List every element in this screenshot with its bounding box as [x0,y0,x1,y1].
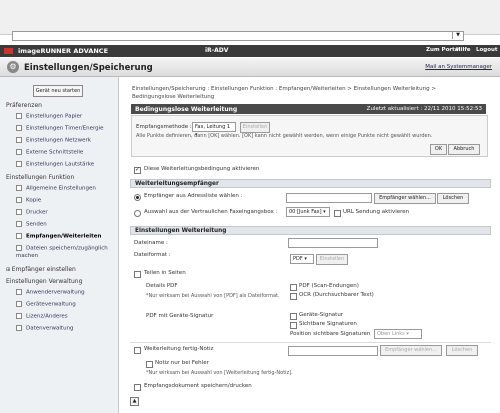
signature-position-select[interactable]: Oben Links ▾ [374,329,422,339]
pdf-details-label: Details PDF [146,283,178,289]
visible-signatures-label: Sichtbare Signaturen [299,321,357,327]
filename-label: Dateiname : [134,240,168,246]
filename-input[interactable] [288,238,378,248]
title-bar: ⚙ Einstellungen/Speicherung Mail an Syst… [0,58,500,77]
sidebar-section-recipients[interactable]: ⊞ Empfänger einstellen [6,266,76,273]
ok-button[interactable]: OK [430,144,447,155]
sidebar-item-copy[interactable]: Kopie [16,197,41,204]
sidebar-item-volume[interactable]: Einstellungen Lautstärke [16,161,94,168]
forward-settings-header: Einstellungen Weiterleitung [130,226,491,235]
visible-signatures-checkbox[interactable] [290,322,297,329]
browser-chrome [0,0,500,35]
format-label: Dateiformat : [134,252,171,258]
activate-label: Diese Weiterleitungsbedingung aktivieren [144,166,260,172]
address-bar[interactable] [12,31,464,41]
device-signature-checkbox[interactable] [290,313,297,320]
device-signature-label: Geräte-Signatur [299,312,344,318]
sidebar-item-timer[interactable]: Einstellungen Timer/Energie [16,125,104,132]
breadcrumb: Einstellungen/Speicherung : Einstellunge… [132,85,492,101]
activate-checkbox[interactable] [134,166,141,174]
sidebar-item-receive-forward[interactable]: Empfangen/Weiterleiten [16,233,101,240]
receive-method-set-button[interactable]: Einstellen [240,122,270,133]
recipient-addressbook-radio[interactable] [134,194,141,201]
help-link[interactable]: Hilfe [456,47,471,53]
sidebar-item-license[interactable]: Lizenz/Anderes [16,313,68,320]
notify-recipient-input[interactable] [288,346,378,356]
ocr-checkbox[interactable] [290,293,297,300]
ocr-label: OCR (Durchsuchbarer Text) [299,292,374,298]
panel-header: Bedingungslose Weiterleitung Zuletzt akt… [131,104,486,114]
address-dropdown-icon[interactable]: ▼ [452,31,463,39]
page-title: Einstellungen/Speicherung [24,63,153,73]
sidebar-section-function[interactable]: Einstellungen Funktion [6,174,74,181]
breadcrumb-line-2: Bedingungslose Weiterleitung [132,94,215,100]
sidebar-item-printer[interactable]: Drucker [16,209,48,216]
signature-label: PDF mit Geräte-Signatur [146,313,214,319]
restart-button[interactable]: Gerät neu starten [33,85,83,97]
sidebar-item-users[interactable]: Anwenderverwaltung [16,289,85,296]
sidebar-item-paper[interactable]: Einstellungen Papier [16,113,82,120]
recipient-confidential-label: Auswahl aus der Vertraulichen Faxeingang… [144,209,278,215]
model-name: iR-ADV [205,47,229,54]
save-print-label: Empfangsdokument speichern/drucken [144,383,252,389]
sidebar-section-preferences[interactable]: Präferenzen [6,102,42,109]
sidebar-item-data[interactable]: Datenverwaltung [16,325,74,332]
pdf-scan-label: PDF (Scan-Endungen) [299,283,359,289]
sidebar-item-store-files[interactable]: Dateien speichern/zugänglich machen [16,245,112,260]
last-updated: Zuletzt aktualisiert : 22/11 2010 15:52:… [366,106,482,112]
brand-name: imageRUNNER ADVANCE [18,47,109,55]
confidential-inbox-select[interactable]: 00 [Junk Fax] ▾ [286,207,330,217]
panel-title: Bedingungslose Weiterleitung [135,106,238,113]
mail-admin-link[interactable]: Mail an Systemmanager [425,64,492,70]
notify-error-label: Notiz nur bei Fehler [155,360,209,366]
url-send-checkbox[interactable] [334,210,341,217]
instruction-text: Alle Punkte definieren, dann [OK] wählen… [136,133,433,139]
breadcrumb-line-1[interactable]: Einstellungen/Speicherung : Einstellunge… [132,85,492,93]
sidebar-item-interface[interactable]: Externe Schnittstelle [16,149,83,156]
sidebar-section-management[interactable]: Einstellungen Verwaltung [6,278,82,285]
notify-error-checkbox[interactable] [146,361,153,368]
notify-label: Weiterleitung fertig-Notiz [144,346,214,352]
format-select[interactable]: PDF ▾ [290,254,314,264]
cancel-button[interactable]: Abbruch [448,144,480,155]
delete-recipient-button[interactable]: Löschen [437,193,469,204]
divider [130,342,491,343]
split-pages-checkbox[interactable] [134,271,141,278]
notify-checkbox[interactable] [134,347,141,354]
sidebar-item-general[interactable]: Allgemeine Einstellungen [16,185,96,192]
sidebar-item-network[interactable]: Einstellungen Netzwerk [16,137,91,144]
sidebar-item-device[interactable]: Geräteverwaltung [16,301,76,308]
save-print-checkbox[interactable] [134,384,141,391]
recipient-confidential-radio[interactable] [134,210,141,217]
receive-method-label: Empfangsmethode : [136,124,192,130]
notify-select-button[interactable]: Empfänger wählen... [380,345,442,356]
pdf-details-note: *Nur wirksam bei Auswahl von [PDF] als D… [146,293,280,299]
logout-link[interactable]: Logout [476,47,498,53]
signature-position-label: Position sichtbare Signaturen [290,331,371,337]
settings-icon: ⚙ [7,61,19,73]
recipient-group-header: Weiterleitungsempfänger [130,179,491,188]
top-header: imageRUNNER ADVANCE iR-ADV Zum Portal Hi… [0,45,500,57]
canon-logo-icon [4,48,13,54]
scroll-to-top-icon[interactable]: ▲ [130,397,139,406]
notify-delete-button[interactable]: Löschen [446,345,478,356]
recipient-input[interactable] [286,193,372,203]
pdf-scan-checkbox[interactable] [290,284,297,291]
notify-note: *Nur wirksam bei Auswahl von [Weiterleit… [146,370,293,376]
split-pages-label: Teilen in Seiten [144,270,186,276]
receive-method-select[interactable]: Fax, Leitung 1 ▾ [192,122,236,138]
recipient-addressbook-label: Empfänger aus Adressliste wählen : [144,193,243,199]
format-set-button[interactable]: Einstellen [316,254,348,265]
url-send-label: URL Sendung aktivieren [343,209,410,215]
select-recipient-button[interactable]: Empfänger wählen... [374,193,436,204]
sidebar-item-send[interactable]: Senden [16,221,47,228]
